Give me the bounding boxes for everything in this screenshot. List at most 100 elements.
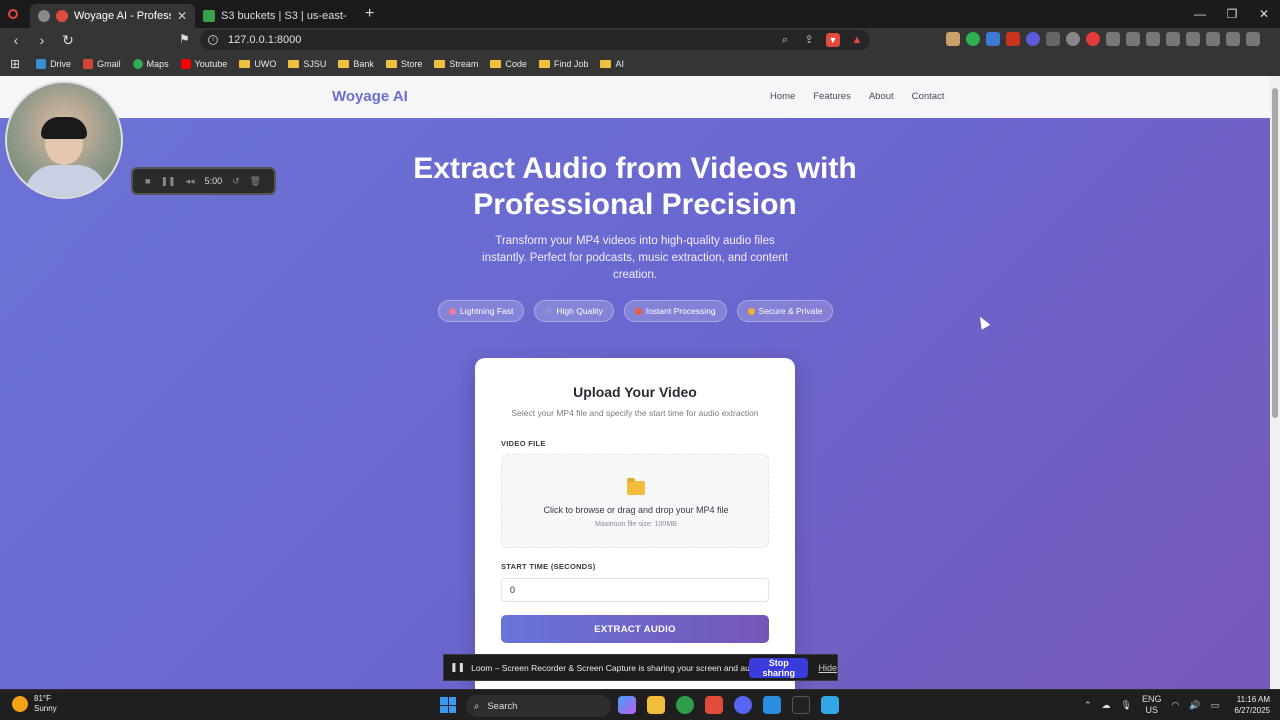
menu-icon[interactable]	[1246, 32, 1260, 46]
taskbar-search[interactable]: ⌕ Search	[466, 695, 611, 717]
weather-widget[interactable]: 81°F Sunny	[12, 694, 57, 714]
page-scrollbar[interactable]	[1270, 76, 1280, 689]
bookmark-drive[interactable]: Drive	[36, 59, 71, 69]
nav-contact[interactable]: Contact	[912, 91, 945, 102]
loom-camera-bubble[interactable]	[5, 81, 123, 199]
extension-icon[interactable]	[946, 32, 960, 46]
pause-icon[interactable]: ❚❚	[160, 176, 175, 187]
site-nav: Home Features About Contact	[770, 91, 944, 102]
scrollbar-thumb[interactable]	[1272, 88, 1278, 418]
new-tab-button[interactable]: +	[365, 5, 374, 23]
minimize-icon[interactable]: —	[1184, 0, 1216, 28]
puzzle-icon[interactable]	[1106, 32, 1120, 46]
bookmark-bank[interactable]: Bank	[338, 59, 374, 69]
leo-ai-icon[interactable]	[1206, 32, 1220, 46]
browser-menu-icon[interactable]	[8, 9, 18, 19]
taskbar-clock[interactable]: 11:16 AM 6/27/2025	[1234, 694, 1270, 716]
terminal-icon[interactable]	[792, 696, 810, 714]
nav-features[interactable]: Features	[813, 91, 851, 102]
bookmark-find-job[interactable]: Find Job	[538, 59, 588, 69]
file-dropzone[interactable]: Click to browse or drag and drop your MP…	[501, 454, 769, 548]
extension-icon[interactable]	[1046, 32, 1060, 46]
bookmark-youtube[interactable]: Youtube	[180, 59, 227, 69]
system-tray: ⌃ ☁ 🎙 ENG US ◠ 🔊 ▭	[1084, 694, 1219, 716]
tab-s3[interactable]: S3 buckets | S3 | us-east-2	[195, 4, 355, 28]
extension-icon[interactable]	[1026, 32, 1040, 46]
reload-icon[interactable]: ↻	[58, 32, 78, 49]
window-controls: — ❐ ✕	[1184, 0, 1280, 28]
close-window-icon[interactable]: ✕	[1248, 0, 1280, 28]
vscode-icon[interactable]	[763, 696, 781, 714]
extension-icon[interactable]	[1006, 32, 1020, 46]
tab-woyage[interactable]: Woyage AI - Professional Auc ✕	[30, 4, 195, 28]
share-message: Loom – Screen Recorder & Screen Capture …	[471, 662, 764, 673]
battery-icon[interactable]: ▭	[1211, 700, 1220, 711]
nav-about[interactable]: About	[869, 91, 894, 102]
share-icon[interactable]: ⇪	[802, 33, 816, 47]
bookmark-gmail[interactable]: Gmail	[83, 59, 121, 69]
sidebar-icon[interactable]	[1166, 32, 1180, 46]
windows-start-icon[interactable]	[440, 697, 456, 713]
close-tab-icon[interactable]: ✕	[177, 9, 187, 23]
discord-icon[interactable]	[734, 696, 752, 714]
vpn-icon[interactable]	[1226, 32, 1240, 46]
brave-rewards-icon[interactable]: ▲	[850, 33, 864, 47]
trash-icon[interactable]: 🗑	[250, 176, 261, 187]
extract-audio-button[interactable]: EXTRACT AUDIO	[501, 615, 769, 643]
brave-shield-icon[interactable]: ▼	[826, 33, 840, 47]
copilot-icon[interactable]	[618, 696, 636, 714]
site-info-icon[interactable]: i	[208, 35, 218, 45]
drive-icon	[36, 59, 47, 69]
lightning-icon	[449, 307, 456, 315]
globe-icon	[38, 10, 50, 22]
translate-icon[interactable]	[986, 32, 1000, 46]
bookmark-sjsu[interactable]: SJSU	[288, 59, 326, 69]
screenshot-icon[interactable]	[1126, 32, 1140, 46]
hide-banner-link[interactable]: Hide	[818, 663, 837, 673]
zoom-icon[interactable]: ⌕	[778, 33, 792, 47]
feature-badges: Lightning Fast High Quality Instant Proc…	[438, 300, 834, 322]
back-icon[interactable]: ‹	[6, 32, 26, 48]
wifi-icon[interactable]: ◠	[1172, 700, 1180, 711]
maximize-icon[interactable]: ❐	[1216, 0, 1248, 28]
media-icon[interactable]	[1146, 32, 1160, 46]
stop-sharing-button[interactable]: Stop sharing	[749, 657, 809, 678]
bookmark-maps[interactable]: Maps	[132, 59, 169, 69]
bookmark-code[interactable]: Code	[490, 59, 527, 69]
chevron-up-icon[interactable]: ⌃	[1084, 700, 1092, 711]
volume-icon[interactable]: 🔊	[1189, 700, 1200, 711]
microphone-icon[interactable]: 🎙	[1121, 700, 1132, 711]
dropzone-hint: Maximum file size: 100MB	[595, 521, 677, 528]
rewind-icon[interactable]: ◂◂	[186, 176, 195, 187]
chrome-icon[interactable]	[676, 696, 694, 714]
bookmark-ai[interactable]: AI	[600, 59, 624, 69]
onedrive-icon[interactable]: ☁	[1102, 700, 1111, 711]
folder-icon	[600, 60, 612, 68]
language-indicator[interactable]: ENG US	[1142, 694, 1162, 716]
apps-grid-icon[interactable]: ⊞	[10, 57, 20, 71]
bookmark-store[interactable]: Store	[385, 59, 422, 69]
bookmark-stream[interactable]: Stream	[434, 59, 478, 69]
file-explorer-icon[interactable]	[647, 696, 665, 714]
folder-icon	[385, 60, 397, 68]
tab-title: S3 buckets | S3 | us-east-2	[221, 10, 347, 22]
bookmark-uwo[interactable]: UWO	[239, 59, 276, 69]
start-time-label: START TIME (SECONDS)	[501, 562, 596, 571]
stop-recording-icon[interactable]: ■	[145, 176, 150, 186]
brave-icon[interactable]	[705, 696, 723, 714]
site-logo[interactable]: Woyage AI	[332, 88, 408, 105]
wallet-icon[interactable]	[1186, 32, 1200, 46]
forward-icon[interactable]: ›	[32, 32, 52, 48]
address-bar[interactable]: i 127.0.0.1:8000 ⌕ ⇪ ▼ ▲	[200, 30, 870, 50]
extensions-area	[946, 32, 1260, 46]
grammarly-icon[interactable]	[966, 32, 980, 46]
notepad-icon[interactable]	[821, 696, 839, 714]
restart-icon[interactable]: ↺	[232, 176, 240, 187]
start-time-input[interactable]	[501, 578, 769, 602]
drag-handle-icon[interactable]: ❚❚	[450, 662, 465, 673]
extension-icon[interactable]	[1066, 32, 1080, 46]
nav-home[interactable]: Home	[770, 91, 795, 102]
loom-extension-icon[interactable]	[1086, 32, 1100, 46]
bookmark-icon[interactable]: ⚑	[179, 32, 190, 46]
url-text[interactable]: 127.0.0.1:8000	[228, 34, 301, 46]
